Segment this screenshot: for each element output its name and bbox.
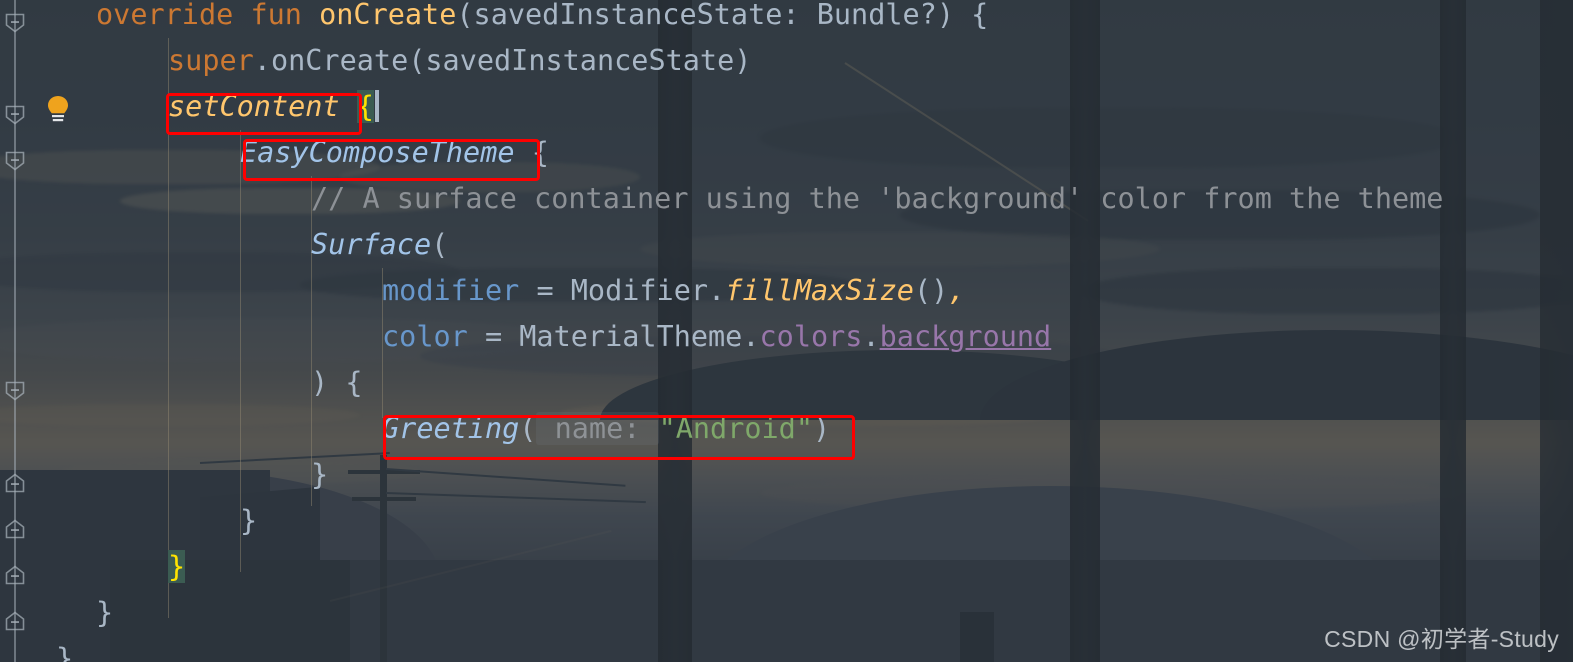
code-token: name: — [536, 412, 659, 445]
code-line[interactable]: } — [240, 498, 257, 544]
code-token: () — [913, 274, 949, 307]
code-token: background — [879, 320, 1052, 353]
code-line[interactable]: // A surface container using the 'backgr… — [311, 176, 1443, 222]
code-token: // A surface container using the 'backgr… — [311, 182, 1444, 215]
code-token: Surface — [311, 228, 432, 261]
code-token: setContent — [168, 90, 340, 123]
code-token: , — [948, 274, 966, 307]
code-token: .onCreate(savedInstanceState) — [253, 44, 752, 77]
text-caret — [374, 90, 379, 122]
code-token: = Modifier. — [519, 274, 726, 307]
code-token: modifier — [382, 274, 520, 307]
code-editor-content[interactable]: override fun onCreate(savedInstanceState… — [0, 0, 1573, 662]
code-token: onCreate — [319, 0, 457, 31]
code-line[interactable]: setContent { — [168, 84, 379, 130]
code-token: fun — [250, 0, 302, 31]
code-token: ) — [813, 412, 831, 445]
code-token: ) { — [311, 366, 363, 399]
code-token: ( — [519, 412, 537, 445]
code-line[interactable]: color = MaterialTheme.colors.background — [382, 314, 1051, 360]
code-line[interactable]: ) { — [311, 360, 362, 406]
code-line[interactable]: } — [311, 452, 328, 498]
code-token: { — [356, 90, 374, 123]
code-line[interactable]: Surface( — [311, 222, 448, 268]
code-line[interactable]: EasyComposeTheme { — [240, 130, 549, 176]
editor-screenshot: override fun onCreate(savedInstanceState… — [0, 0, 1573, 662]
code-token: Greeting — [382, 412, 520, 445]
code-line[interactable]: modifier = Modifier.fillMaxSize(), — [382, 268, 965, 314]
code-token: } — [311, 458, 329, 491]
code-token: override — [96, 0, 234, 31]
watermark: CSDN @初学者-Study — [1324, 626, 1559, 652]
code-token: = MaterialTheme. — [467, 320, 760, 353]
code-token: } — [96, 596, 114, 629]
code-token: . — [862, 320, 880, 353]
code-token: super — [168, 44, 254, 77]
code-token: "Android" — [658, 412, 813, 445]
code-line[interactable]: super.onCreate(savedInstanceState) — [168, 38, 751, 84]
code-token: ( — [431, 228, 449, 261]
code-token: color — [382, 320, 468, 353]
code-line[interactable]: } — [96, 590, 113, 636]
code-line[interactable]: override fun onCreate(savedInstanceState… — [96, 0, 988, 38]
code-token: (savedInstanceState: Bundle?) { — [456, 0, 989, 31]
code-line[interactable]: } — [168, 544, 186, 590]
code-token: } — [240, 504, 258, 537]
code-token: } — [168, 550, 186, 583]
code-token: } — [56, 642, 74, 662]
code-token: { — [514, 136, 549, 169]
code-token: EasyComposeTheme — [240, 136, 515, 169]
code-token: fillMaxSize — [725, 274, 914, 307]
code-line[interactable]: Greeting( name: "Android") — [382, 406, 830, 452]
code-line[interactable]: } — [56, 636, 73, 662]
code-token: colors — [759, 320, 863, 353]
